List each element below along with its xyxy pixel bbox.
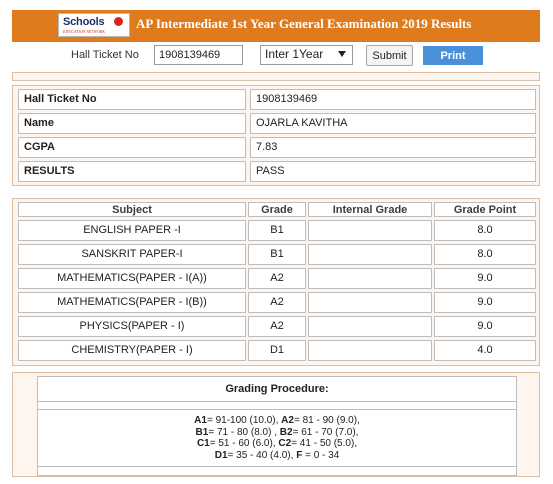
internal-grade-cell [308,340,432,361]
hall-ticket-label: Hall Ticket No [71,49,139,61]
grade-range: = 35 - 40 (4.0), [227,449,297,461]
subject-cell: SANSKRIT PAPER-I [18,244,246,265]
grade-code: C1 [196,438,210,449]
chevron-down-icon [338,51,346,57]
info-label: Name [18,113,246,134]
schools-logo[interactable]: Schools EDUCATION NETWORK [58,13,130,37]
grading-line: B1= 71 - 80 (8.0) , B2= 61 - 70 (7.0), [38,427,516,439]
year-select-value: Inter 1Year [265,47,324,61]
grade-cell: A2 [248,316,306,337]
submit-button[interactable]: Submit [366,45,413,66]
header-bar: Schools EDUCATION NETWORK AP Intermediat… [12,10,540,42]
internal-grade-cell [308,268,432,289]
info-value: 1908139469 [250,89,536,110]
grading-title: Grading Procedure: [225,383,329,395]
grading-line: D1= 35 - 40 (4.0), F = 0 - 34 [38,450,516,462]
grade-range: = 71 - 80 (8.0) , [208,426,280,438]
grade-code: A2 [281,415,294,426]
grade-range: = 61 - 70 (7.0), [292,426,359,438]
info-label: Hall Ticket No [18,89,246,110]
grade-cell: D1 [248,340,306,361]
grade-range: = 51 - 60 (6.0), [209,438,279,449]
page-title: AP Intermediate 1st Year General Examina… [136,16,472,31]
internal-grade-cell [308,316,432,337]
column-header-grade-point: Grade Point [434,202,536,217]
divider [38,466,516,467]
grade-code: A1 [194,415,207,426]
subject-cell: CHEMISTRY(PAPER - I) [18,340,246,361]
grade-code: B2 [279,426,293,438]
grade-cell: A2 [248,292,306,313]
grade-point-cell: 9.0 [434,292,536,313]
divider [38,409,516,410]
grade-cell: B1 [248,220,306,241]
grading-line: C1= 51 - 60 (6.0), C2= 41 - 50 (5.0), [38,438,516,450]
grade-point-cell: 9.0 [434,268,536,289]
grade-range: = 91-100 (10.0), [206,415,282,426]
grade-point-cell: 8.0 [434,220,536,241]
column-header-internal-grade: Internal Grade [308,202,432,217]
subject-cell: MATHEMATICS(PAPER - I(A)) [18,268,246,289]
subject-cell: PHYSICS(PAPER - I) [18,316,246,337]
logo-tagline: EDUCATION NETWORK [63,29,105,34]
grade-point-cell: 8.0 [434,244,536,265]
logo-dot-icon [114,17,123,26]
spacer-panel [12,72,540,81]
grading-line: A1= 91-100 (10.0), A2= 81 - 90 (9.0), [38,415,516,427]
grade-range: = 41 - 50 (5.0), [291,438,358,449]
divider [38,401,516,402]
grade-cell: B1 [248,244,306,265]
grade-range: = 0 - 34 [302,449,340,461]
internal-grade-cell [308,220,432,241]
subject-cell: ENGLISH PAPER -I [18,220,246,241]
info-value: PASS [250,161,536,182]
info-label: RESULTS [18,161,246,182]
grade-code: B1 [195,426,209,438]
logo-text: Schools [63,16,105,28]
internal-grade-cell [308,244,432,265]
column-header-grade: Grade [248,202,306,217]
grade-code: C2 [278,438,292,449]
grade-code: D1 [214,449,228,461]
info-value: OJARLA KAVITHA [250,113,536,134]
year-select[interactable]: Inter 1Year [260,45,353,65]
grade-range: = 81 - 90 (9.0), [293,415,360,426]
grading-scale: A1= 91-100 (10.0), A2= 81 - 90 (9.0), B1… [38,415,516,461]
subject-cell: MATHEMATICS(PAPER - I(B)) [18,292,246,313]
grade-cell: A2 [248,268,306,289]
grading-procedure-box: Grading Procedure: A1= 91-100 (10.0), A2… [37,376,517,476]
info-value: 7.83 [250,137,536,158]
internal-grade-cell [308,292,432,313]
print-button[interactable]: Print [423,46,483,65]
hall-ticket-input[interactable] [154,45,243,65]
column-header-subject: Subject [18,202,246,217]
grade-point-cell: 4.0 [434,340,536,361]
grade-point-cell: 9.0 [434,316,536,337]
info-label: CGPA [18,137,246,158]
